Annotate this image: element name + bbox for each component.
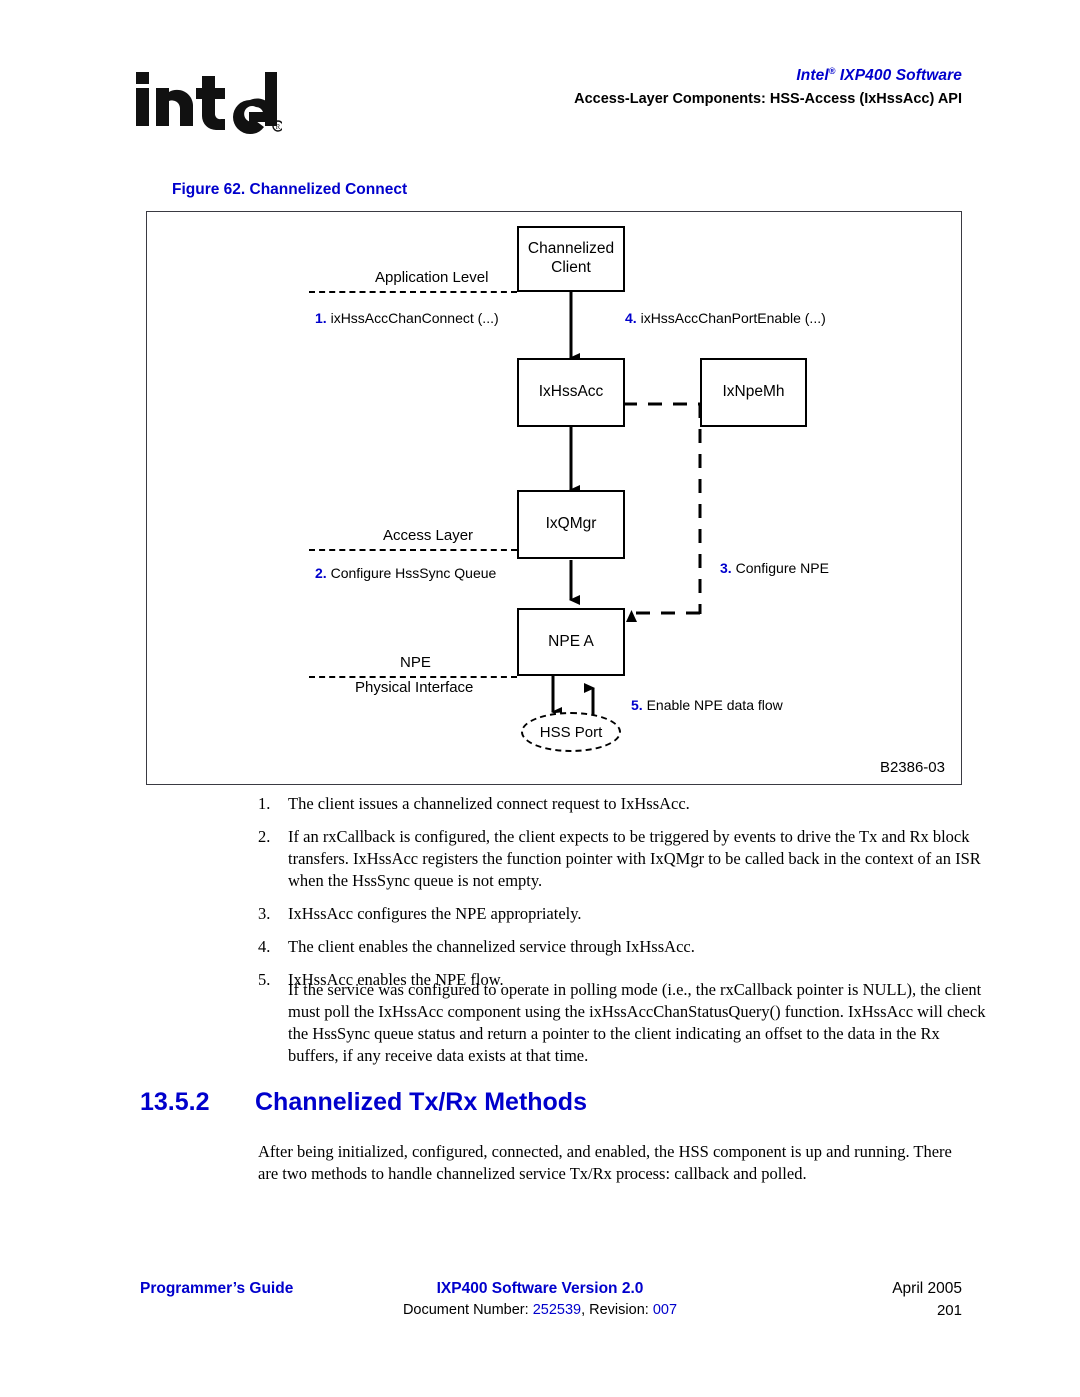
step-label-3: 3. Configure NPE [720, 560, 829, 576]
header-product: IXP400 Software [835, 67, 962, 85]
step-label-2: 2. Configure HssSync Queue [315, 565, 496, 581]
figure-caption: Figure 62. Channelized Connect [172, 181, 408, 198]
footer-revision-number: 007 [652, 1302, 678, 1318]
section-paragraph: After being initialized, configured, con… [258, 1142, 952, 1183]
box-channelized-client[interactable]: Channelized Client [517, 226, 625, 292]
intel-logo: R [132, 62, 284, 136]
section-number: 13.5.2 [140, 1088, 210, 1116]
page-header: Intel® IXP400 Software Access-Layer Comp… [574, 66, 962, 107]
list-item: 1. The client issues a channelized conne… [258, 793, 986, 815]
box-ixnpemh[interactable]: IxNpeMh [700, 358, 807, 427]
access-layer-label: Access Layer [383, 527, 474, 544]
list-item-number: 2. [258, 826, 271, 846]
footer-date: April 2005 [892, 1280, 962, 1297]
step-label-5: 5. Enable NPE data flow [631, 697, 783, 713]
figure-id-label: B2386-03 [879, 759, 945, 776]
physical-interface-label: Physical Interface [355, 679, 474, 696]
header-brand: Intel [796, 67, 829, 85]
step-number-4: 4. [625, 310, 637, 326]
list-item-number: 1. [258, 794, 271, 813]
step-label-1: 1. ixHssAccChanConnect (...) [315, 310, 499, 326]
list-item: 4. The client enables the channelized se… [258, 936, 986, 958]
step-text-3: Configure NPE [731, 560, 829, 576]
step-number-3: 3. [720, 560, 732, 576]
box-hss-port[interactable]: HSS Port [521, 712, 621, 752]
procedure-list: 1. The client issues a channelized conne… [258, 793, 986, 1002]
figure-frame: Application Level Access Layer NPE Physi… [146, 211, 962, 785]
list-item-number: 3. [258, 903, 271, 923]
box-ixqmgr[interactable]: IxQMgr [517, 490, 625, 559]
document-page: R Intel® IXP400 Software Access-Layer Co… [0, 0, 1080, 1397]
footer-document-number: 252539 [532, 1302, 582, 1318]
box-ixqmgr-label: IxQMgr [545, 515, 597, 533]
step-text-5: Enable NPE data flow [642, 697, 783, 713]
list-item-text: The client enables the channelized servi… [288, 936, 695, 956]
access-layer-separator [309, 549, 517, 551]
step-label-4: 4. ixHssAccChanPortEnable (...) [625, 310, 826, 326]
list-item-text: If an rxCallback is configured, the clie… [288, 826, 981, 890]
footer-document-line: Document Number: 252539, Revision: 007 [0, 1302, 1080, 1318]
list-item-text: The client issues a channelized connect … [288, 794, 690, 813]
header-product-title: Intel® IXP400 Software [574, 66, 962, 85]
footer-page-number: 201 [936, 1302, 962, 1319]
step-text-1: ixHssAccChanConnect (...) [326, 310, 499, 326]
step-number-5: 5. [631, 697, 643, 713]
page-footer: Programmer’s Guide IXP400 Software Versi… [0, 1280, 1080, 1340]
svg-text:R: R [276, 123, 281, 131]
list-item-number: 5. [258, 969, 271, 989]
application-level-label: Application Level [375, 269, 489, 286]
box-ixhssacc[interactable]: IxHssAcc [517, 358, 625, 427]
polling-mode-paragraph: If the service was configured to operate… [288, 980, 986, 1065]
list-item: 2. If an rxCallback is configured, the c… [258, 826, 986, 892]
figure-diagram: Application Level Access Layer NPE Physi… [147, 212, 963, 786]
footer-docnum-prefix: Document Number: [402, 1302, 533, 1318]
box-npe-a[interactable]: NPE A [517, 608, 625, 676]
box-hss-port-label: HSS Port [539, 723, 603, 741]
step-text-2: Configure HssSync Queue [326, 565, 497, 581]
box-npe-a-label: NPE A [548, 632, 594, 650]
list-item-text: IxHssAcc configures the NPE appropriatel… [288, 903, 582, 923]
application-level-separator [309, 291, 517, 293]
npe-label: NPE [400, 654, 431, 671]
list-item-number: 4. [258, 936, 271, 956]
npe-separator [309, 676, 517, 678]
step-number-2: 2. [315, 565, 327, 581]
header-subtitle: Access-Layer Components: HSS-Access (IxH… [574, 91, 962, 108]
step-number-1: 1. [315, 310, 327, 326]
footer-revision-prefix: , Revision: [581, 1302, 653, 1318]
box-ixnpemh-label: IxNpeMh [722, 383, 785, 401]
box-channelized-client-label: Channelized Client [527, 240, 615, 276]
step-text-4: ixHssAccChanPortEnable (...) [636, 310, 826, 326]
box-ixhssacc-label: IxHssAcc [538, 383, 604, 401]
list-item: 3. IxHssAcc configures the NPE appropria… [258, 903, 986, 925]
section-title: Channelized Tx/Rx Methods [255, 1088, 587, 1116]
